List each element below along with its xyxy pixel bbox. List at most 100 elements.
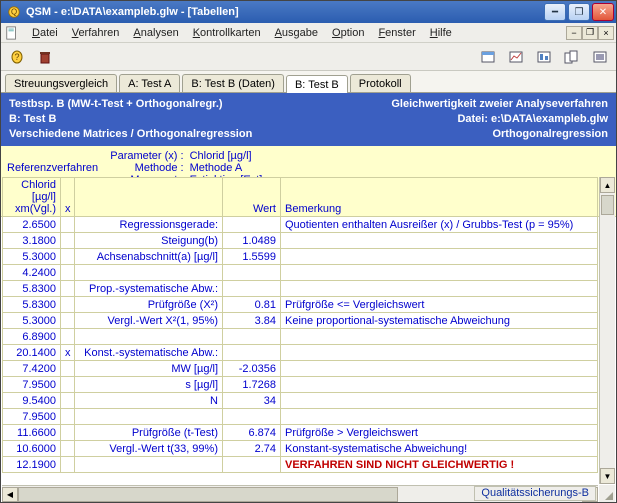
resize-grip[interactable] (599, 485, 615, 502)
tool1-button[interactable] (478, 47, 498, 67)
col-x[interactable]: x (61, 178, 75, 217)
cell[interactable] (61, 217, 75, 233)
cell[interactable] (223, 217, 281, 233)
table-row[interactable]: 5.3000Achsenabschnitt(a) [µg/l]1.5599 (3, 249, 598, 265)
cell[interactable]: Prüfgröße (t-Test) (75, 425, 223, 441)
cell[interactable]: 20.1400 (3, 345, 61, 361)
menu-datei[interactable]: Datei (25, 25, 65, 41)
cell[interactable] (61, 361, 75, 377)
table-row[interactable]: 5.3000Vergl.-Wert X²(1, 95%)3.84Keine pr… (3, 313, 598, 329)
cell[interactable]: 3.84 (223, 313, 281, 329)
mdi-restore-button[interactable]: ❐ (582, 26, 598, 40)
cell[interactable] (61, 409, 75, 425)
cell[interactable]: 7.4200 (3, 361, 61, 377)
cell[interactable] (281, 361, 598, 377)
cell[interactable]: 1.5599 (223, 249, 281, 265)
menu-hilfe[interactable]: Hilfe (423, 25, 459, 41)
menu-ausgabe[interactable]: Ausgabe (268, 25, 325, 41)
cell[interactable]: 5.8300 (3, 281, 61, 297)
cell[interactable] (61, 313, 75, 329)
close-button[interactable]: ✕ (592, 3, 614, 21)
cell[interactable]: Konst.-systematische Abw.: (75, 345, 223, 361)
col-wert[interactable]: Wert (223, 178, 281, 217)
cell[interactable] (75, 457, 223, 473)
tab-2[interactable]: B: Test B (Daten) (182, 74, 284, 92)
cell[interactable]: Vergl.-Wert t(33, 99%) (75, 441, 223, 457)
col-vgl[interactable]: Chlorid [µg/l] xm(Vgl.) (3, 178, 61, 217)
cell[interactable] (281, 249, 598, 265)
cell[interactable] (61, 297, 75, 313)
tab-4[interactable]: Protokoll (350, 74, 411, 92)
mdi-minimize-button[interactable]: − (566, 26, 582, 40)
maximize-button[interactable]: ❐ (568, 3, 590, 21)
cell[interactable] (75, 329, 223, 345)
mdi-close-button[interactable]: × (598, 26, 614, 40)
cell[interactable] (281, 345, 598, 361)
cell[interactable] (223, 409, 281, 425)
cell[interactable]: 7.9500 (3, 409, 61, 425)
cell[interactable]: 10.6000 (3, 441, 61, 457)
tool3-button[interactable] (534, 47, 554, 67)
cell[interactable]: N (75, 393, 223, 409)
table-row[interactable]: 5.8300Prop.-systematische Abw.: (3, 281, 598, 297)
cell[interactable]: 11.6600 (3, 425, 61, 441)
cell[interactable] (281, 329, 598, 345)
col-lbl[interactable] (75, 178, 223, 217)
cell[interactable] (61, 249, 75, 265)
cell[interactable]: 5.8300 (3, 297, 61, 313)
cell[interactable]: Prüfgröße > Vergleichswert (281, 425, 598, 441)
cell[interactable] (61, 265, 75, 281)
cell[interactable] (281, 393, 598, 409)
cell[interactable] (281, 233, 598, 249)
menu-fenster[interactable]: Fenster (371, 25, 422, 41)
table-row[interactable]: 9.5400 N34 (3, 393, 598, 409)
cell[interactable] (61, 425, 75, 441)
cell[interactable]: Vergl.-Wert X²(1, 95%) (75, 313, 223, 329)
cell[interactable] (61, 329, 75, 345)
table-row[interactable]: 7.9500s [µg/l]1.7268 (3, 377, 598, 393)
table-row[interactable]: 5.8300 Prüfgröße (X²)0.81Prüfgröße <= Ver… (3, 297, 598, 313)
cell[interactable] (223, 265, 281, 281)
scroll-thumb[interactable] (601, 195, 614, 215)
cell[interactable] (281, 377, 598, 393)
cell[interactable]: Achsenabschnitt(a) [µg/l] (75, 249, 223, 265)
cell[interactable]: Regressionsgerade: (75, 217, 223, 233)
table-row[interactable]: 6.8900 (3, 329, 598, 345)
cell[interactable] (223, 329, 281, 345)
cell[interactable]: Steigung(b) (75, 233, 223, 249)
cell[interactable] (61, 281, 75, 297)
table-row[interactable]: 7.4200 MW [µg/l]-2.0356 (3, 361, 598, 377)
cell[interactable]: 34 (223, 393, 281, 409)
cell[interactable]: 1.0489 (223, 233, 281, 249)
tool4-button[interactable] (562, 47, 582, 67)
cell[interactable] (61, 377, 75, 393)
cell[interactable] (281, 265, 598, 281)
data-grid[interactable]: Chlorid [µg/l] xm(Vgl.) x Wert Bemerkung… (2, 177, 598, 473)
cell[interactable]: s [µg/l] (75, 377, 223, 393)
scroll-up-icon[interactable]: ▲ (600, 177, 615, 193)
cell[interactable]: 3.1800 (3, 233, 61, 249)
cell[interactable]: 4.2400 (3, 265, 61, 281)
cell[interactable]: 5.3000 (3, 313, 61, 329)
table-row[interactable]: 3.1800 Steigung(b)1.0489 (3, 233, 598, 249)
cell[interactable] (223, 457, 281, 473)
table-row[interactable]: 20.1400xKonst.-systematische Abw.: (3, 345, 598, 361)
cell[interactable]: Prüfgröße <= Vergleichswert (281, 297, 598, 313)
cell[interactable] (223, 345, 281, 361)
col-bem[interactable]: Bemerkung (281, 178, 598, 217)
table-row[interactable]: 7.9500 (3, 409, 598, 425)
minimize-button[interactable]: ━ (544, 3, 566, 21)
delete-button[interactable] (35, 47, 55, 67)
scroll-down-icon[interactable]: ▼ (600, 468, 615, 484)
cell[interactable] (61, 233, 75, 249)
cell[interactable]: -2.0356 (223, 361, 281, 377)
table-row[interactable]: 4.2400 (3, 265, 598, 281)
cell[interactable] (61, 393, 75, 409)
cell[interactable]: 9.5400 (3, 393, 61, 409)
cell[interactable] (75, 265, 223, 281)
cell[interactable] (61, 441, 75, 457)
cell[interactable]: Prüfgröße (X²) (75, 297, 223, 313)
tab-3[interactable]: B: Test B (286, 75, 348, 93)
cell[interactable]: MW [µg/l] (75, 361, 223, 377)
cell[interactable]: 0.81 (223, 297, 281, 313)
